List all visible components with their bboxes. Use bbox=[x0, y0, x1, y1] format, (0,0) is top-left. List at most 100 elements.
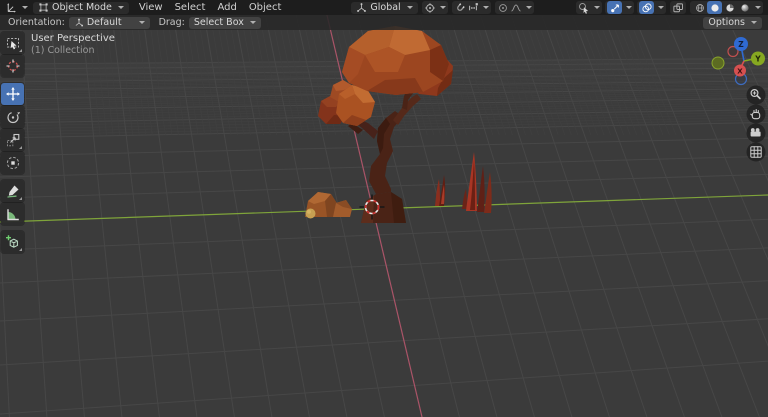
options-dropdown[interactable]: Options bbox=[703, 17, 762, 29]
move-tool-icon bbox=[5, 86, 21, 102]
grid-line bbox=[0, 281, 768, 321]
tree-object[interactable] bbox=[318, 26, 453, 223]
grid-line bbox=[241, 14, 264, 135]
orientation-field-label: Orientation: bbox=[8, 17, 65, 28]
scale-tool-icon bbox=[5, 132, 21, 148]
shading-mode-group bbox=[690, 1, 763, 14]
grid-line bbox=[136, 14, 152, 135]
menu-add[interactable]: Add bbox=[211, 2, 242, 13]
chevron-down-icon bbox=[594, 6, 600, 9]
chevron-down-icon bbox=[22, 6, 28, 9]
chevron-down-icon bbox=[626, 6, 632, 9]
gizmo-axis-neg-y[interactable] bbox=[712, 57, 724, 69]
menu-select[interactable]: Select bbox=[169, 2, 212, 13]
tool-rotate[interactable] bbox=[1, 106, 24, 128]
shading-wireframe-button[interactable] bbox=[692, 1, 707, 14]
gizmo-axis-x[interactable]: X bbox=[734, 65, 746, 77]
toggle-ortho-button[interactable] bbox=[747, 143, 766, 162]
gizmo-axis-z[interactable]: Z bbox=[734, 37, 748, 51]
pivot-point-dropdown[interactable] bbox=[422, 1, 448, 14]
object-mode-icon bbox=[38, 2, 49, 13]
cursor-tool-icon bbox=[5, 58, 21, 74]
proportional-editing-icon[interactable] bbox=[497, 2, 509, 14]
tool-scale[interactable] bbox=[1, 129, 24, 151]
tool-measure[interactable] bbox=[1, 203, 24, 225]
rocks-object[interactable] bbox=[305, 192, 352, 219]
orientation-label: Global bbox=[370, 2, 400, 13]
chevron-down-icon bbox=[440, 6, 446, 9]
drag-field-label: Drag: bbox=[159, 17, 185, 28]
menu-object[interactable]: Object bbox=[243, 2, 288, 13]
transform-orientation-dropdown[interactable]: Global bbox=[351, 2, 417, 14]
grid-line bbox=[118, 14, 133, 135]
viewport-header: Object Mode View Select Add Object Globa… bbox=[0, 0, 768, 15]
grid-line bbox=[247, 14, 270, 135]
view-perspective-label: User Perspective bbox=[31, 33, 115, 45]
chevron-down-icon bbox=[139, 21, 145, 24]
toggle-xray-button[interactable] bbox=[670, 1, 686, 14]
svg-text:Z: Z bbox=[738, 40, 744, 49]
gizmo-axis-y[interactable]: Y bbox=[751, 52, 765, 66]
grid-line bbox=[278, 14, 303, 135]
orientation-value: Default bbox=[87, 17, 122, 28]
editor-type-button[interactable] bbox=[3, 1, 30, 14]
measure-protractor-icon bbox=[5, 206, 21, 222]
show-gizmo-toggle[interactable] bbox=[605, 1, 634, 14]
object-type-visibility-dropdown[interactable] bbox=[576, 1, 602, 14]
tool-settings-bar: Orientation: Default Drag: Select Box Op… bbox=[0, 15, 768, 30]
shading-material-button[interactable] bbox=[722, 1, 737, 14]
axis-gizmo-icon bbox=[74, 18, 84, 28]
show-overlays-toggle[interactable] bbox=[637, 1, 666, 14]
active-collection-label: (1) Collection bbox=[31, 45, 115, 57]
mode-label: Object Mode bbox=[52, 2, 112, 13]
tool-transform[interactable] bbox=[1, 152, 24, 174]
add-cube-icon bbox=[5, 234, 21, 250]
viewport-3d[interactable]: Z Y X bbox=[0, 0, 768, 417]
blender-window: Z Y X bbox=[0, 0, 768, 417]
transform-tool-icon bbox=[5, 155, 21, 171]
tool-annotate[interactable] bbox=[1, 180, 24, 202]
shading-solid-button[interactable] bbox=[707, 1, 722, 14]
grid-line bbox=[0, 248, 768, 283]
snap-group bbox=[452, 1, 491, 14]
tool-shelf bbox=[1, 32, 25, 253]
pivot-point-icon bbox=[424, 2, 436, 14]
svg-text:Y: Y bbox=[754, 55, 761, 64]
3d-viewport-editor-icon bbox=[5, 1, 18, 14]
options-label: Options bbox=[708, 17, 745, 28]
tool-add-cube[interactable] bbox=[1, 231, 24, 253]
drag-mode-dropdown[interactable]: Select Box bbox=[189, 17, 261, 29]
chevron-down-icon bbox=[407, 6, 413, 9]
material-sphere-icon bbox=[724, 2, 736, 14]
grid-line bbox=[0, 219, 768, 250]
grid-line bbox=[0, 319, 768, 365]
wireframe-sphere-icon bbox=[694, 2, 706, 14]
show-overlays-icon bbox=[641, 2, 653, 14]
camera-view-button[interactable] bbox=[747, 124, 766, 143]
zoom-view-button[interactable] bbox=[747, 86, 766, 105]
falloff-curve-icon[interactable] bbox=[510, 2, 522, 14]
shading-rendered-button[interactable] bbox=[737, 1, 752, 14]
tool-select-box[interactable] bbox=[1, 32, 24, 54]
grass-left-object[interactable] bbox=[435, 175, 445, 206]
menu-view[interactable]: View bbox=[133, 2, 169, 13]
grid-line bbox=[259, 14, 283, 135]
chevron-down-icon bbox=[658, 6, 664, 9]
rendered-sphere-icon bbox=[739, 2, 751, 14]
tool-cursor[interactable] bbox=[1, 55, 24, 77]
drag-value: Select Box bbox=[194, 17, 244, 28]
object-type-visibility-icon bbox=[578, 2, 590, 14]
rotate-tool-icon bbox=[5, 109, 21, 125]
mode-dropdown[interactable]: Object Mode bbox=[33, 2, 129, 14]
proportional-edit-group bbox=[495, 1, 534, 14]
snap-increment-icon[interactable] bbox=[467, 2, 479, 14]
tool-move[interactable] bbox=[1, 83, 24, 105]
grid-line bbox=[284, 14, 310, 135]
grid-line bbox=[253, 14, 277, 135]
chevron-down-icon[interactable] bbox=[755, 6, 761, 9]
pan-view-button[interactable] bbox=[747, 105, 766, 124]
orientation-default-dropdown[interactable]: Default bbox=[69, 17, 150, 29]
grid-line bbox=[124, 14, 139, 135]
chevron-down-icon bbox=[526, 6, 532, 9]
magnet-icon[interactable] bbox=[454, 2, 466, 14]
